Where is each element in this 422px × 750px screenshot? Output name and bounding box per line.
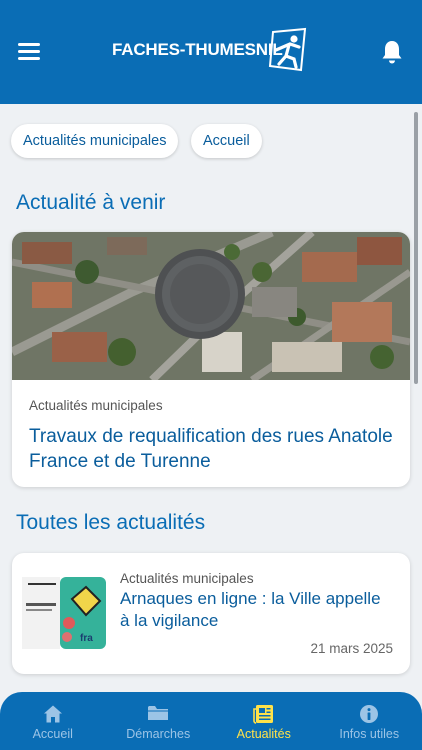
featured-news-title: Travaux de requalification des rues Anat…	[29, 426, 393, 472]
tab-label-demarches: Démarches	[126, 727, 191, 741]
hamburger-menu-icon[interactable]	[18, 43, 40, 61]
tab-infos-utiles[interactable]: Infos utiles	[317, 692, 422, 750]
tab-actualites[interactable]: Actualités	[211, 692, 317, 750]
news-list-item[interactable]: fra Actualités municipales Arnaques en l…	[12, 553, 410, 674]
app-logo: FACHES-THUMESNIL	[112, 26, 312, 74]
news-title: Arnaques en ligne : la Ville appelle à l…	[120, 589, 381, 630]
bottom-tab-bar: Accueil Démarches Actualités Infos utile…	[0, 692, 422, 750]
home-icon	[43, 705, 62, 723]
info-icon	[360, 705, 379, 723]
news-category: Actualités municipales	[120, 571, 254, 586]
tab-label-actualites: Actualités	[236, 727, 291, 741]
aerial-view-image	[12, 232, 410, 380]
filter-chip-accueil[interactable]: Accueil	[191, 124, 262, 158]
newspaper-icon	[252, 705, 273, 724]
tab-label-accueil: Accueil	[32, 727, 73, 741]
all-news-section-title: Toutes les actualités	[16, 511, 206, 534]
featured-news-category: Actualités municipales	[29, 398, 163, 413]
news-thumbnail-image: fra	[22, 577, 106, 649]
featured-news-card[interactable]: Actualités municipales Travaux de requal…	[12, 232, 410, 487]
upcoming-section-title: Actualité à venir	[16, 191, 166, 214]
runner-logo-icon	[268, 27, 307, 72]
filter-chip-actualites-municipales[interactable]: Actualités municipales	[11, 124, 179, 158]
folder-icon	[148, 706, 169, 720]
app-header: FACHES-THUMESNIL	[0, 0, 422, 104]
bell-icon[interactable]	[380, 39, 404, 65]
scrollbar[interactable]	[414, 112, 418, 384]
tab-demarches[interactable]: Démarches	[106, 692, 212, 750]
tab-accueil[interactable]: Accueil	[0, 692, 106, 750]
logo-text: FACHES-THUMESNIL	[112, 40, 283, 59]
news-date: 21 mars 2025	[310, 641, 393, 656]
svg-text:fra: fra	[80, 633, 93, 644]
tab-label-infos-utiles: Infos utiles	[339, 727, 400, 741]
